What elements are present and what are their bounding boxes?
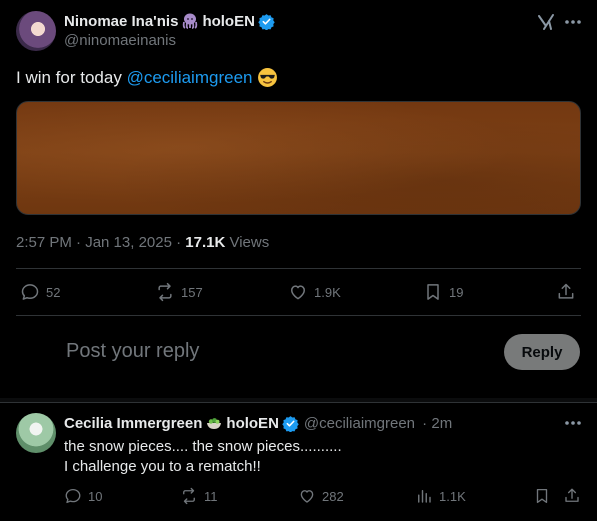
post-meta: 2:57 PM · Jan 13, 2025 · 17.1K Views [16, 234, 269, 251]
like-count: 1.9K [314, 284, 341, 300]
share-action[interactable] [556, 282, 576, 302]
author-name[interactable]: Ninomae Ina'nis [64, 13, 178, 30]
repost-action[interactable]: 157 [155, 282, 203, 302]
reply-author-handle[interactable]: @ceciliaimgreen [304, 415, 415, 432]
reply-like-count: 282 [322, 488, 344, 504]
reply-author-avatar[interactable] [16, 413, 56, 453]
mention-link[interactable]: @ceciliaimgreen [127, 68, 253, 88]
reply-icon [64, 487, 82, 505]
reply-author-line: Cecilia Immergreen holoEN @ceciliaimgree… [64, 414, 452, 432]
reply-views-action[interactable]: 1.1K [415, 487, 466, 505]
reply-views-count: 1.1K [439, 488, 466, 504]
author-line: Ninomae Ina'nis holoEN [64, 12, 275, 30]
reply-reply-count: 10 [88, 488, 103, 504]
divider-mid [16, 315, 581, 316]
bookmark-icon [423, 282, 443, 302]
views-label: Views [225, 234, 270, 251]
more-icon[interactable] [563, 12, 583, 32]
reply-bookmark-icon[interactable] [533, 487, 551, 505]
reply-count: 52 [46, 284, 61, 300]
author-avatar[interactable] [16, 11, 56, 51]
post-text: I win for today @ceciliaimgreen [16, 67, 278, 88]
repost-icon [180, 487, 198, 505]
reply-icon [20, 282, 40, 302]
media-texture [17, 102, 580, 214]
section-separator [0, 398, 597, 403]
verified-badge-icon [282, 415, 299, 432]
repost-count: 157 [181, 284, 203, 300]
reply-author-suffix: holoEN [226, 414, 279, 432]
reply-text-line2: I challenge you to a rematch!! [64, 458, 261, 475]
bookmark-count: 19 [449, 284, 464, 300]
post-timestamp[interactable]: 2:57 PM · Jan 13, 2025 · [16, 234, 185, 251]
views-count: 17.1K [185, 234, 226, 251]
repost-icon [155, 282, 175, 302]
grok-icon[interactable] [536, 12, 556, 32]
reply-more-icon[interactable] [563, 413, 583, 433]
reply-action[interactable]: 52 [20, 282, 60, 302]
reply-repost-action[interactable]: 11 [180, 487, 218, 505]
like-icon [288, 282, 308, 302]
author-suffix: holoEN [202, 12, 255, 30]
author-handle[interactable]: @ninomaeinanis [64, 32, 176, 49]
bookmark-action[interactable]: 19 [423, 282, 463, 302]
reply-text-line1: the snow pieces.... the snow pieces.....… [64, 438, 342, 455]
reply-reply-action[interactable]: 10 [64, 487, 102, 505]
reply-text: the snow pieces.... the snow pieces.....… [64, 437, 342, 477]
octopus-emoji-icon [181, 12, 199, 30]
post-text-body: I win for today [16, 67, 127, 87]
verified-badge-icon [258, 13, 275, 30]
reply-time[interactable]: · 2m [418, 415, 452, 432]
share-icon [556, 282, 576, 302]
reply-author-name[interactable]: Cecilia Immergreen [64, 415, 202, 432]
cool-emoji-icon [257, 67, 278, 88]
divider-top [16, 268, 581, 269]
reply-repost-count: 11 [204, 488, 218, 504]
like-icon [298, 487, 316, 505]
reply-share-icon[interactable] [563, 487, 581, 505]
post-media[interactable] [16, 101, 581, 215]
like-action[interactable]: 1.9K [288, 282, 341, 302]
salad-emoji-icon [205, 414, 223, 432]
reply-input[interactable]: Post your reply [66, 340, 199, 363]
reply-button[interactable]: Reply [504, 334, 580, 370]
views-icon [415, 487, 433, 505]
reply-like-action[interactable]: 282 [298, 487, 344, 505]
